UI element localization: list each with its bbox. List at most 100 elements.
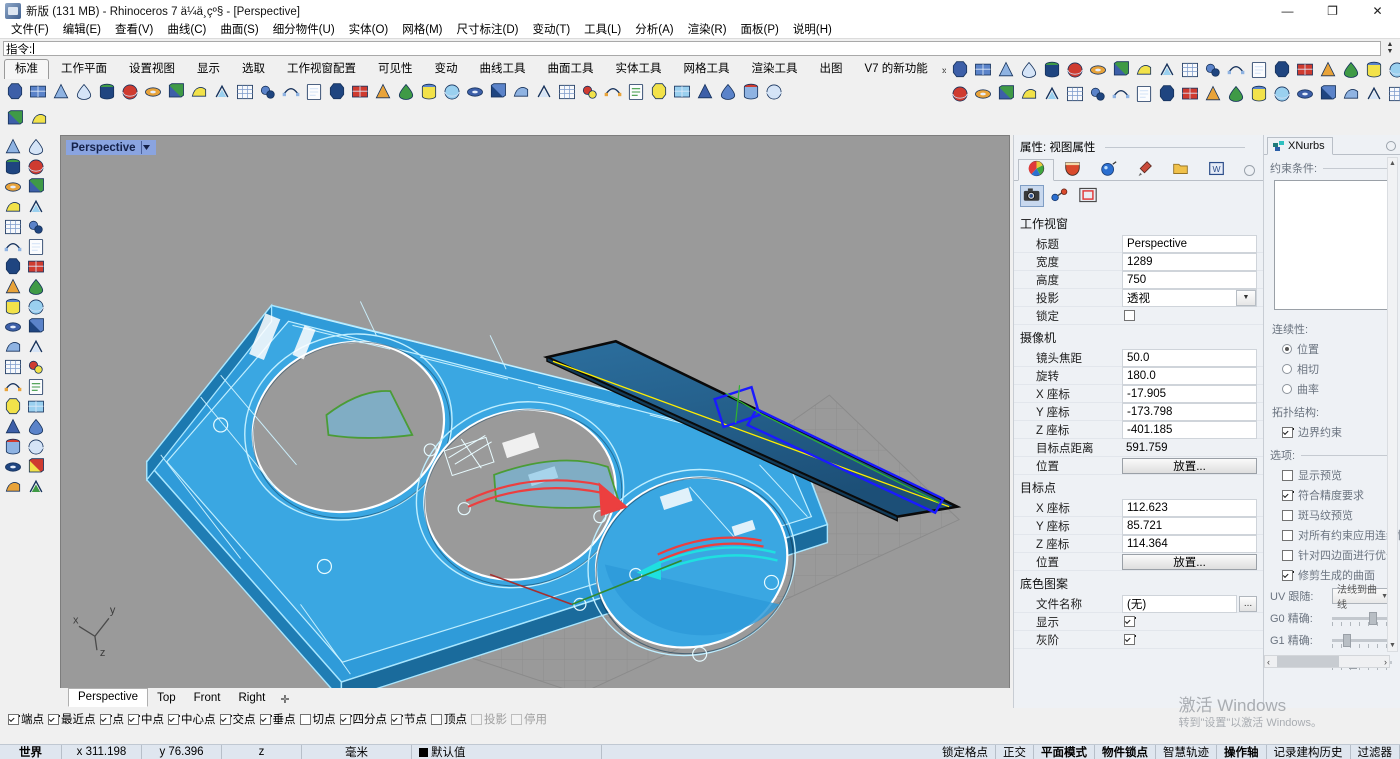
reverse-icon[interactable]	[994, 83, 1017, 106]
unroll-icon[interactable]	[1293, 83, 1316, 106]
surface-tools-icon[interactable]	[1247, 83, 1270, 106]
status-right-4[interactable]: 智慧轨迹	[1156, 745, 1217, 759]
grid-icon[interactable]	[395, 81, 417, 103]
xnurbs-panel[interactable]: XNurbs 约束条件: 连续性: 位置相切曲率 拓扑结构: 边界约束 选项: …	[1263, 135, 1400, 708]
layer-edit-icon[interactable]	[441, 81, 463, 103]
property-checkbox-3-2[interactable]	[1124, 634, 1135, 645]
clock-icon[interactable]	[464, 81, 486, 103]
property-input-2-0[interactable]: 112.623	[1122, 499, 1257, 517]
toolbar-tab-6[interactable]: 可见性	[368, 60, 423, 79]
zoom-selected-icon[interactable]	[349, 81, 371, 103]
dim-linear-icon[interactable]	[24, 437, 47, 457]
mesh-sphere-icon[interactable]	[971, 83, 994, 106]
export-icon[interactable]	[96, 81, 118, 103]
toolbar-tab-2[interactable]: 设置视图	[119, 60, 185, 79]
osnap-4[interactable]: 中心点	[168, 711, 216, 727]
render-sphere-icon[interactable]	[602, 81, 624, 103]
property-dropdown-0-3[interactable]: 透视▼	[1122, 289, 1257, 307]
property-place-button-2-3[interactable]: 放置...	[1122, 554, 1257, 570]
boolean-star-icon[interactable]	[1, 297, 24, 317]
surface-edge-icon[interactable]	[1247, 59, 1270, 82]
xnurbs-uv-row[interactable]: UV 跟随: 法线到曲线 ▼	[1264, 585, 1400, 607]
status-right-2[interactable]: 平面模式	[1034, 745, 1095, 759]
polygon-icon[interactable]	[948, 59, 971, 82]
mirror-icon[interactable]	[24, 397, 47, 417]
osnap-checkbox-7[interactable]	[300, 714, 311, 725]
curve-fillet-icon[interactable]	[24, 217, 47, 237]
hscroll-right-arrow[interactable]: ›	[1384, 657, 1387, 667]
xnurbs-radio-2[interactable]	[1282, 384, 1292, 394]
viewport-title-label[interactable]: Perspective	[66, 140, 156, 155]
toolbar-tab-5[interactable]: 工作视窗配置	[277, 60, 366, 79]
zoom-extents-icon[interactable]	[303, 81, 325, 103]
chamfer-edge-icon[interactable]	[24, 317, 47, 337]
status-left-3[interactable]: z	[222, 745, 302, 759]
status-right-0[interactable]: 锁定格点	[935, 745, 996, 759]
fillet-surface-icon[interactable]	[1178, 83, 1201, 106]
command-input[interactable]: 指令:	[3, 41, 1381, 56]
property-input-2-1[interactable]: 85.721	[1122, 517, 1257, 535]
xnurbs-option-checkbox-1[interactable]	[1282, 490, 1293, 501]
object-snap-bar[interactable]: 端点最近点点中点中心点交点垂点切点四分点节点顶点投影停用	[0, 710, 1010, 728]
spotlight-icon[interactable]	[533, 81, 555, 103]
delete-surface-icon[interactable]	[1086, 83, 1109, 106]
osnap-checkbox-3[interactable]	[128, 714, 139, 725]
uv-select[interactable]: 法线到曲线 ▼	[1332, 588, 1392, 604]
xnurbs-continuity-options[interactable]: 位置相切曲率	[1264, 339, 1400, 399]
box-icon[interactable]	[1132, 59, 1155, 82]
undo-icon[interactable]	[188, 81, 210, 103]
osnap-checkbox-4[interactable]	[168, 714, 179, 725]
pipe-icon[interactable]	[1385, 59, 1400, 82]
scroll-down-icon[interactable]: ▼	[1388, 640, 1397, 651]
properties-tool-strip[interactable]	[1014, 181, 1263, 211]
osnap-7[interactable]: 切点	[300, 711, 336, 727]
menu-item-4[interactable]: 曲面(S)	[213, 22, 265, 38]
maximize-button[interactable]: ❐	[1310, 0, 1355, 22]
xnurbs-continuity-1[interactable]: 相切	[1264, 359, 1400, 379]
cone-icon[interactable]	[994, 59, 1017, 82]
hscroll-left-arrow[interactable]: ‹	[1267, 657, 1270, 667]
surface-solid-toolbar[interactable]: »	[946, 57, 1400, 107]
revolve-icon[interactable]	[1316, 59, 1339, 82]
status-current-layer[interactable]: 默认值	[412, 745, 602, 759]
xnurbs-option-checkbox-0[interactable]	[1282, 470, 1293, 481]
properties-tab-strip[interactable]: W	[1014, 157, 1263, 181]
toolbar-tab-8[interactable]: 曲线工具	[470, 60, 536, 79]
properties-link-tool[interactable]	[1048, 185, 1072, 207]
planar-surf-icon[interactable]	[24, 277, 47, 297]
help-icon[interactable]	[763, 81, 785, 103]
material-blue-icon[interactable]	[648, 81, 670, 103]
minimize-button[interactable]: —	[1265, 0, 1310, 22]
osnap-2[interactable]: 点	[100, 711, 125, 727]
toolbar-tab-0[interactable]: 标准	[4, 59, 49, 79]
split-icon[interactable]	[1109, 83, 1132, 106]
menu-item-0[interactable]: 文件(F)	[4, 22, 56, 38]
xnurbs-option-checkbox-3[interactable]	[1282, 530, 1293, 541]
block-grid-icon[interactable]	[1, 437, 24, 457]
offset-surface-icon[interactable]	[1132, 83, 1155, 106]
osnap-11[interactable]: 投影	[471, 711, 507, 727]
property-file-field-3-0[interactable]: (无)	[1122, 595, 1237, 613]
property-checkbox-3-1[interactable]	[1124, 616, 1135, 627]
properties-frame-tool[interactable]	[1076, 185, 1100, 207]
sphere-icon[interactable]	[1063, 59, 1086, 82]
xnurbs-slider-row-1[interactable]: G1 精确:	[1264, 629, 1400, 651]
layer-tool-icon[interactable]	[1, 457, 24, 477]
rectangular-plane-icon[interactable]	[971, 59, 994, 82]
toolbar-tab-9[interactable]: 曲面工具	[538, 60, 604, 79]
rotate-view-icon[interactable]	[372, 81, 394, 103]
xnurbs-continuity-2[interactable]: 曲率	[1264, 379, 1400, 399]
select-arrow-icon[interactable]	[1, 137, 24, 157]
osnap-checkbox-6[interactable]	[260, 714, 271, 725]
torus-icon[interactable]	[1109, 59, 1132, 82]
property-chevron-down-icon-0-3[interactable]: ▼	[1236, 290, 1256, 306]
rectangle-icon[interactable]	[24, 197, 47, 217]
status-bar[interactable]: 世界x 311.198y 76.396z毫米默认值锁定格点正交平面模式物件锁点智…	[0, 744, 1400, 759]
xnurbs-option-1[interactable]: 符合精度要求	[1264, 485, 1400, 505]
xnurbs-topology-checkbox-0[interactable]	[1282, 427, 1293, 438]
property-input-1-4[interactable]: -401.185	[1122, 421, 1257, 439]
extrude-curve-2-icon[interactable]	[1178, 59, 1201, 82]
command-scroll-spinner[interactable]: ▲▼	[1383, 40, 1397, 56]
menu-item-1[interactable]: 编辑(E)	[56, 22, 108, 38]
paint-icon[interactable]	[556, 81, 578, 103]
